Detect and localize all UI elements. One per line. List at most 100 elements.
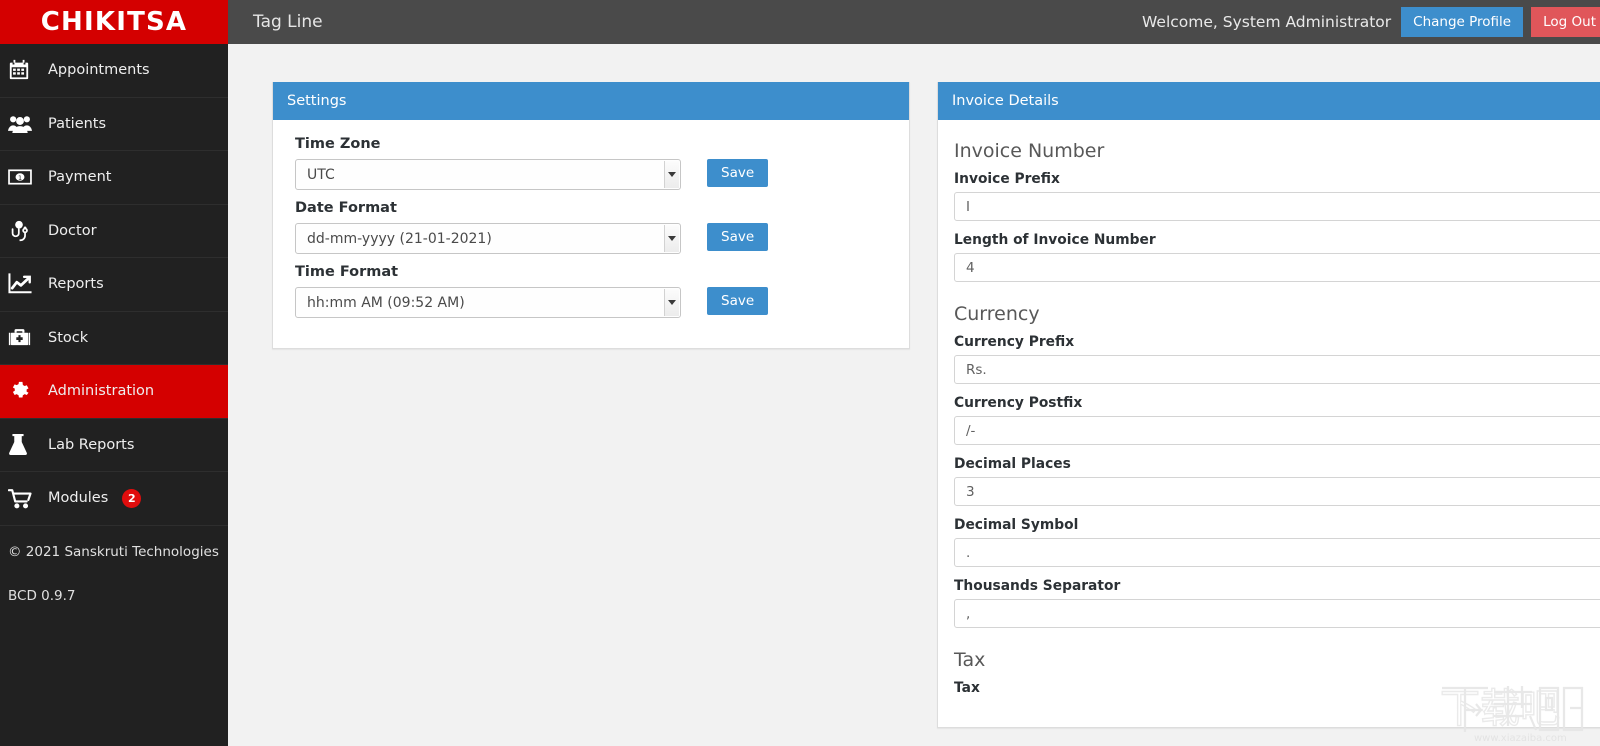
invoice-field-label: Currency Prefix — [954, 334, 1075, 350]
change-profile-button[interactable]: Change Profile — [1401, 7, 1524, 37]
money-bill-icon: 1 — [8, 164, 42, 190]
tagline: Tag Line — [253, 12, 323, 32]
sidebar-item-appointments[interactable]: Appointments — [0, 44, 228, 98]
svg-text:1: 1 — [18, 174, 22, 182]
chevron-down-icon[interactable] — [664, 289, 679, 316]
invoice-field: Thousands Separator — [954, 578, 1600, 628]
sidebar-item-doctor[interactable]: Doctor — [0, 205, 228, 258]
invoice-field-label: Decimal Symbol — [954, 517, 1079, 533]
invoice-field-input[interactable] — [954, 192, 1600, 221]
sidebar-item-label: Appointments — [48, 62, 150, 79]
app-root: CHIKITSA Appointments Patients 1 Payment Doc… — [0, 0, 1600, 746]
brand-name: CHIKITSA — [40, 7, 188, 37]
invoice-field: Tax — [954, 680, 1600, 696]
setting-field: Time Format hh:mm AM (09:52 AM) Save — [295, 264, 887, 318]
invoice-section-heading: Invoice Number — [954, 140, 1105, 162]
invoice-field: Currency Prefix — [954, 334, 1600, 384]
sidebar-item-label: Modules — [48, 490, 109, 507]
sidebar-item-patients[interactable]: Patients — [0, 98, 228, 151]
invoice-field: Decimal Symbol — [954, 517, 1600, 567]
sidebar-footer: © 2021 Sanskruti Technologies BCD 0.9.7 — [0, 526, 228, 604]
setting-field: Date Format dd-mm-yyyy (21-01-2021) Save — [295, 200, 887, 254]
sidebar-item-stock[interactable]: Stock — [0, 312, 228, 365]
invoice-field-label: Decimal Places — [954, 456, 1071, 472]
invoice-field-input[interactable] — [954, 253, 1600, 282]
watermark-url: www.xiazaiba.com — [1474, 733, 1567, 744]
invoice-panel-body: Invoice Number Invoice Prefix Length of In… — [938, 120, 1600, 727]
users-icon — [8, 111, 42, 137]
content-area: Settings Time Zone UTC Save Date Format dd-m… — [228, 44, 1600, 746]
invoice-field: Invoice Prefix — [954, 171, 1600, 221]
flask-icon — [8, 432, 42, 458]
settings-panel-title: Settings — [273, 82, 909, 120]
invoice-field-label: Thousands Separator — [954, 578, 1121, 594]
save-button[interactable]: Save — [707, 223, 769, 251]
invoice-field-label: Invoice Prefix — [954, 171, 1060, 187]
setting-select[interactable]: UTC — [295, 159, 681, 190]
gear-icon — [8, 378, 42, 404]
sidebar-item-reports[interactable]: Reports — [0, 258, 228, 312]
invoice-details-panel: Invoice Details Invoice Number Invoice Pr… — [937, 82, 1600, 728]
invoice-section-heading: Tax — [954, 649, 986, 671]
sidebar-item-lab-reports[interactable]: Lab Reports — [0, 419, 228, 472]
sidebar-item-label: Stock — [48, 329, 89, 346]
invoice-section-heading: Currency — [954, 303, 1040, 325]
medkit-icon — [8, 325, 42, 351]
calendar-icon — [8, 57, 42, 83]
setting-label: Date Format — [295, 200, 397, 216]
header-actions: Welcome, System Administrator Change Pro… — [1142, 0, 1600, 44]
setting-row: dd-mm-yyyy (21-01-2021) Save — [295, 223, 887, 254]
settings-panel: Settings Time Zone UTC Save Date Format dd-m… — [272, 82, 910, 349]
brand-logo[interactable]: CHIKITSA — [0, 0, 228, 44]
chevron-down-icon[interactable] — [664, 161, 679, 188]
invoice-panel-title: Invoice Details — [938, 82, 1600, 120]
save-button[interactable]: Save — [707, 159, 769, 187]
invoice-field: Currency Postfix — [954, 395, 1600, 445]
sidebar: CHIKITSA Appointments Patients 1 Payment Doc… — [0, 0, 228, 746]
welcome-message: Welcome, System Administrator — [1141, 13, 1392, 31]
setting-select[interactable]: dd-mm-yyyy (21-01-2021) — [295, 223, 681, 254]
setting-select-value: hh:mm AM (09:52 AM) — [307, 294, 465, 311]
version-text: BCD 0.9.7 — [8, 587, 76, 604]
invoice-field-label: Currency Postfix — [954, 395, 1083, 411]
sidebar-item-label: Administration — [48, 383, 155, 400]
save-button[interactable]: Save — [707, 287, 769, 315]
invoice-field-label: Length of Invoice Number — [954, 232, 1156, 248]
setting-select[interactable]: hh:mm AM (09:52 AM) — [295, 287, 681, 318]
invoice-field-input[interactable] — [954, 599, 1600, 628]
chart-line-icon — [8, 271, 42, 297]
invoice-field-input[interactable] — [954, 416, 1600, 445]
sidebar-item-label: Doctor — [48, 222, 97, 239]
logout-button[interactable]: Log Out — [1531, 7, 1600, 37]
invoice-field: Decimal Places — [954, 456, 1600, 506]
cart-icon — [8, 485, 42, 511]
chevron-down-icon[interactable] — [664, 225, 679, 252]
setting-row: hh:mm AM (09:52 AM) Save — [295, 287, 887, 318]
sidebar-nav: Appointments Patients 1 Payment Doctor Report… — [0, 44, 228, 526]
sidebar-item-label: Lab Reports — [48, 436, 135, 453]
sidebar-item-payment[interactable]: 1 Payment — [0, 151, 228, 205]
setting-select-value: UTC — [307, 166, 335, 183]
setting-select-value: dd-mm-yyyy (21-01-2021) — [307, 230, 492, 247]
invoice-field-input[interactable] — [954, 477, 1600, 506]
settings-panel-body: Time Zone UTC Save Date Format dd-mm-yyyy (2… — [273, 120, 909, 348]
sidebar-item-label: Reports — [48, 276, 104, 293]
sidebar-item-administration[interactable]: Administration — [0, 365, 228, 419]
doctor-icon — [8, 218, 42, 244]
invoice-field: Length of Invoice Number — [954, 232, 1600, 282]
invoice-field-label: Tax — [954, 680, 980, 696]
setting-row: UTC Save — [295, 159, 887, 190]
sidebar-item-label: Patients — [48, 115, 107, 132]
setting-field: Time Zone UTC Save — [295, 136, 887, 190]
top-header: Tag Line Welcome, System Administrator C… — [228, 0, 1600, 44]
sidebar-item-modules[interactable]: Modules 2 — [0, 472, 228, 526]
sidebar-item-badge: 2 — [122, 488, 142, 508]
invoice-field-input[interactable] — [954, 355, 1600, 384]
sidebar-item-label: Payment — [48, 169, 112, 186]
copyright-text: © 2021 Sanskruti Technologies — [8, 543, 219, 560]
invoice-field-input[interactable] — [954, 538, 1600, 567]
setting-label: Time Format — [295, 264, 399, 280]
setting-label: Time Zone — [295, 136, 381, 152]
